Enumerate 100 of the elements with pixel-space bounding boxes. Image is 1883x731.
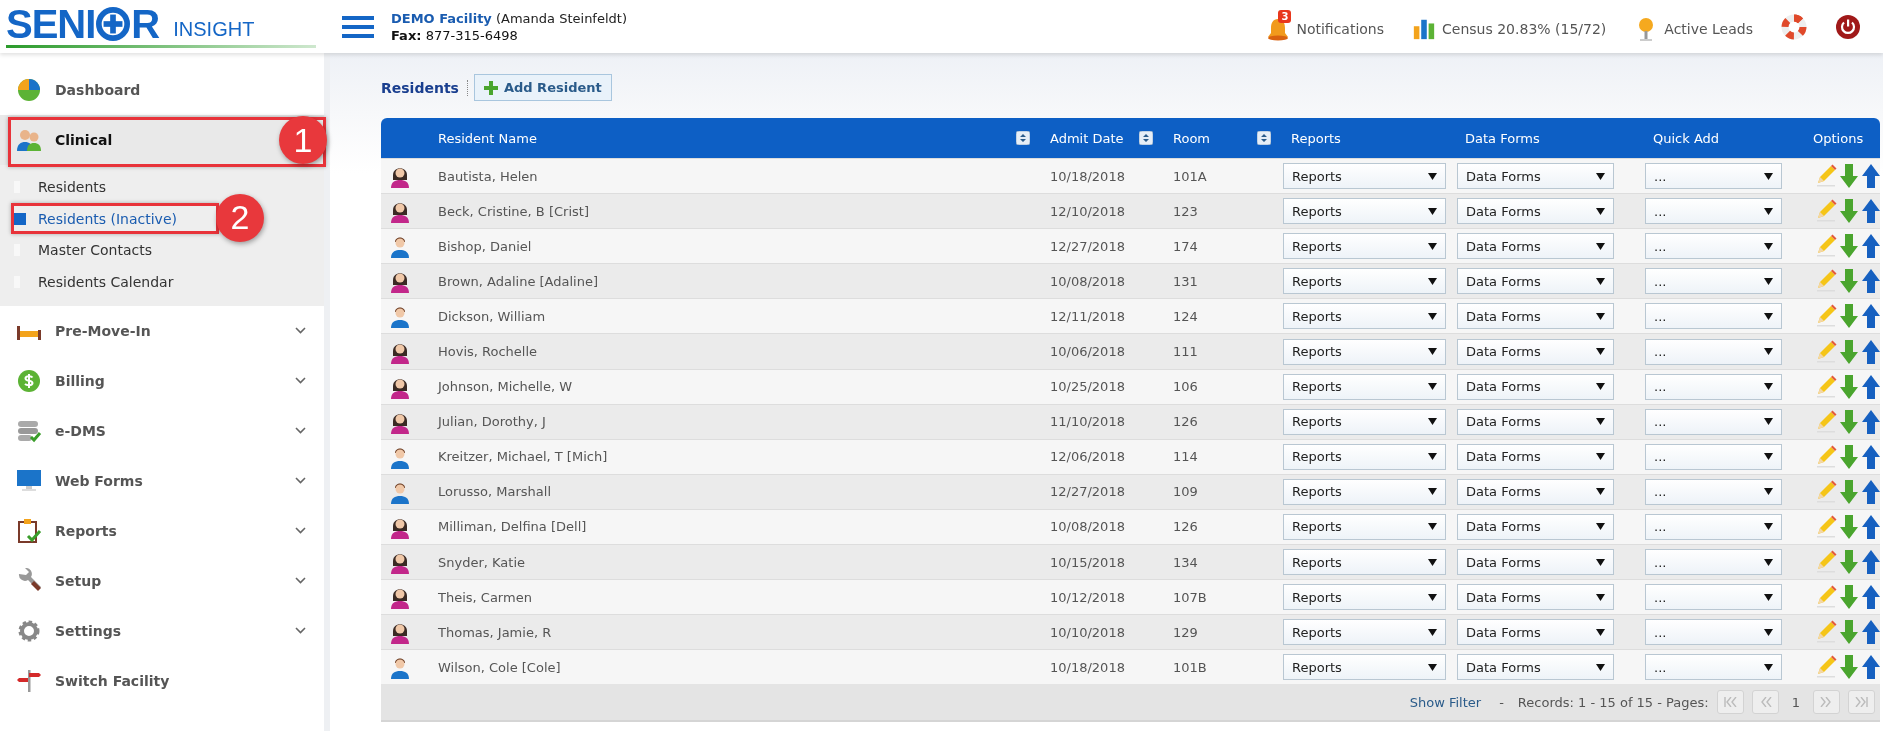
power-icon[interactable] (1835, 13, 1861, 40)
quick-add-dropdown[interactable]: ... (1645, 408, 1782, 435)
sidebar-item[interactable]: Dashboard (0, 65, 324, 115)
reports-dropdown[interactable]: Reports (1283, 584, 1446, 611)
quick-add-dropdown[interactable]: ... (1645, 584, 1782, 611)
quick-add-dropdown[interactable]: ... (1645, 654, 1782, 681)
data-forms-dropdown[interactable]: Data Forms (1457, 163, 1614, 190)
reports-dropdown[interactable]: Reports (1283, 549, 1446, 576)
user-name: (Amanda Steinfeldt) (496, 10, 627, 26)
reports-dropdown[interactable]: Reports (1283, 443, 1446, 470)
sidebar-item[interactable]: Reports (0, 505, 324, 556)
sidebar-item[interactable]: Setup (0, 555, 324, 606)
menu-icon[interactable] (342, 15, 374, 38)
sidebar-item[interactable]: e-DMS (0, 405, 324, 456)
reports-dropdown[interactable]: Reports (1283, 303, 1446, 330)
caret-icon (1428, 242, 1437, 250)
sidebar-item[interactable]: Billing (0, 355, 324, 406)
column-header[interactable]: Quick Add (1645, 130, 1805, 146)
wrench-icon (16, 567, 42, 594)
resident-name: Snyder, Katie (437, 554, 526, 570)
data-forms-dropdown[interactable]: Data Forms (1457, 584, 1614, 611)
download-upload-arrows-icon[interactable] (1840, 234, 1880, 259)
column-header[interactable]: Admit Date (1042, 130, 1139, 146)
sort-icon[interactable] (1257, 131, 1271, 145)
reports-dropdown[interactable]: Reports (1283, 514, 1446, 540)
page-number[interactable]: 1 (1786, 694, 1805, 710)
reports-dropdown[interactable]: Reports (1283, 198, 1446, 225)
sort-icon[interactable] (1016, 131, 1030, 145)
top-nav-link[interactable]: Active Leads (1634, 9, 1753, 44)
reports-dropdown[interactable]: Reports (1283, 619, 1446, 646)
sidebar-item[interactable]: Web Forms (0, 455, 324, 506)
submenu-item[interactable]: Residents (Inactive) (0, 202, 181, 235)
signpost-icon (16, 667, 42, 694)
top-nav-link[interactable]: Census 20.83% (15/72) (1412, 9, 1607, 44)
download-upload-arrows-icon[interactable] (1840, 339, 1880, 364)
caret-icon (1764, 593, 1773, 601)
download-upload-arrows-icon[interactable] (1840, 374, 1880, 399)
reports-dropdown[interactable]: Reports (1283, 163, 1446, 190)
data-forms-dropdown[interactable]: Data Forms (1457, 619, 1614, 646)
download-upload-arrows-icon[interactable] (1840, 515, 1880, 539)
download-upload-arrows-icon[interactable] (1840, 444, 1880, 469)
column-header[interactable]: Resident Name (430, 130, 1016, 146)
data-forms-dropdown[interactable]: Data Forms (1457, 654, 1614, 681)
download-upload-arrows-icon[interactable] (1840, 620, 1880, 645)
quick-add-dropdown[interactable]: ... (1645, 478, 1782, 505)
quick-add-dropdown[interactable]: ... (1645, 338, 1782, 365)
data-forms-dropdown[interactable]: Data Forms (1457, 233, 1614, 260)
data-forms-dropdown[interactable]: Data Forms (1457, 443, 1614, 470)
data-forms-dropdown[interactable]: Data Forms (1457, 198, 1614, 225)
reports-dropdown[interactable]: Reports (1283, 654, 1446, 681)
quick-add-dropdown[interactable]: ... (1645, 233, 1782, 260)
reports-dropdown[interactable]: Reports (1283, 338, 1446, 365)
sidebar-item[interactable]: Settings (0, 605, 324, 656)
quick-add-dropdown[interactable]: ... (1645, 163, 1782, 190)
caret-icon (1596, 348, 1605, 355)
data-forms-dropdown[interactable]: Data Forms (1457, 303, 1614, 330)
download-upload-arrows-icon[interactable] (1840, 409, 1880, 434)
quick-add-dropdown[interactable]: ... (1645, 373, 1782, 400)
download-upload-arrows-icon[interactable] (1840, 269, 1880, 294)
caret-icon (1764, 628, 1773, 636)
data-forms-dropdown[interactable]: Data Forms (1457, 268, 1614, 295)
quick-add-dropdown[interactable]: ... (1645, 514, 1782, 540)
column-header[interactable]: Options (1805, 130, 1880, 146)
download-upload-arrows-icon[interactable] (1840, 479, 1880, 504)
fax-number: 877-315-6498 (425, 27, 518, 43)
sidebar-item[interactable]: Switch Facility (0, 655, 324, 706)
quick-add-dropdown[interactable]: ... (1645, 619, 1782, 646)
data-forms-dropdown[interactable]: Data Forms (1457, 514, 1614, 540)
submenu-item[interactable]: Residents Calendar (0, 266, 324, 298)
chevron-down-icon (295, 477, 306, 485)
reports-dropdown[interactable]: Reports (1283, 408, 1446, 435)
quick-add-dropdown[interactable]: ... (1645, 443, 1782, 470)
data-forms-dropdown[interactable]: Data Forms (1457, 373, 1614, 400)
data-forms-dropdown[interactable]: Data Forms (1457, 549, 1614, 576)
download-upload-arrows-icon[interactable] (1840, 550, 1880, 575)
lifebuoy-icon[interactable] (1781, 13, 1807, 40)
sort-icon[interactable] (1139, 131, 1153, 145)
add-resident-button[interactable]: Add Resident (473, 74, 612, 101)
quick-add-dropdown[interactable]: ... (1645, 549, 1782, 576)
column-header[interactable]: Reports (1283, 130, 1457, 146)
column-header[interactable]: Room (1165, 130, 1257, 146)
column-header[interactable]: Data Forms (1457, 130, 1645, 146)
top-nav-link[interactable]: 3 Notifications (1266, 9, 1385, 44)
download-upload-arrows-icon[interactable] (1840, 304, 1880, 329)
download-upload-arrows-icon[interactable] (1840, 585, 1880, 610)
download-upload-arrows-icon[interactable] (1840, 164, 1880, 189)
reports-dropdown[interactable]: Reports (1283, 373, 1446, 400)
reports-dropdown[interactable]: Reports (1283, 478, 1446, 505)
sidebar-item[interactable]: Pre-Move-In (0, 305, 324, 356)
show-filter-link[interactable]: Show Filter (1409, 694, 1482, 710)
quick-add-dropdown[interactable]: ... (1645, 268, 1782, 295)
data-forms-dropdown[interactable]: Data Forms (1457, 408, 1614, 435)
reports-dropdown[interactable]: Reports (1283, 268, 1446, 295)
reports-dropdown[interactable]: Reports (1283, 233, 1446, 260)
download-upload-arrows-icon[interactable] (1840, 199, 1880, 224)
quick-add-dropdown[interactable]: ... (1645, 303, 1782, 330)
data-forms-dropdown[interactable]: Data Forms (1457, 338, 1614, 365)
data-forms-dropdown[interactable]: Data Forms (1457, 478, 1614, 505)
download-upload-arrows-icon[interactable] (1840, 655, 1880, 680)
quick-add-dropdown[interactable]: ... (1645, 198, 1782, 225)
